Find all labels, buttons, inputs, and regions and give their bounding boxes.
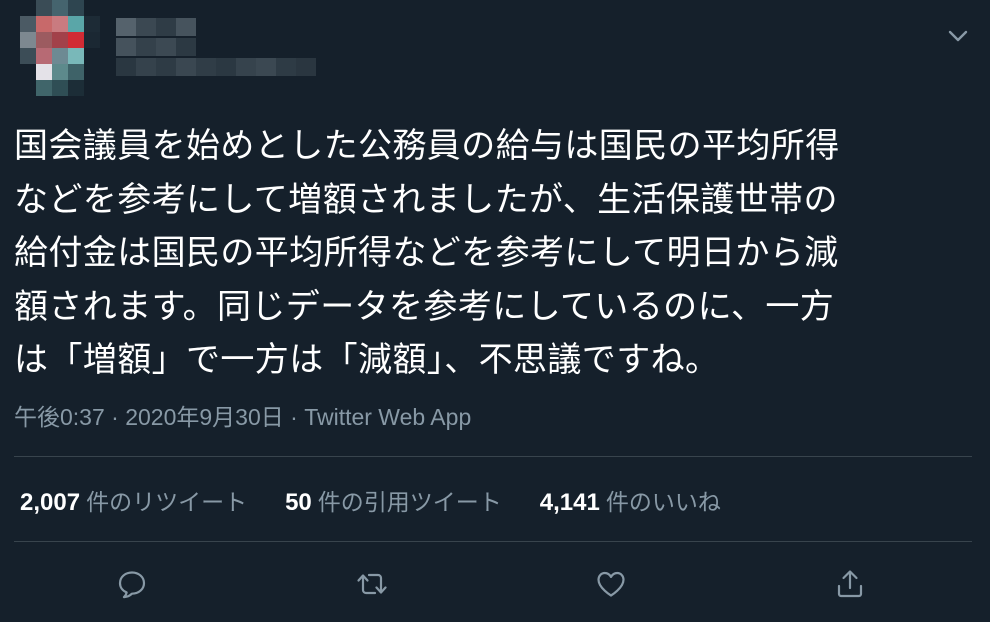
tweet-text-line: 給付金は国民の平均所得などを参考にして明日から減 (14, 233, 839, 273)
retweet-button[interactable] (352, 564, 392, 604)
tweet-text-line: は「増額」で一方は「減額」、不思議ですね。 (14, 340, 720, 380)
share-button[interactable] (830, 564, 870, 604)
author-name-redacted[interactable] (116, 18, 316, 90)
retweets-label: 件のリツイート (86, 490, 248, 516)
divider (14, 456, 972, 457)
tweet-text-line: 国会議員を始めとした公務員の給与は国民の平均所得 (14, 126, 840, 166)
like-button[interactable] (591, 564, 631, 604)
tweet-text: 国会議員を始めとした公務員の給与は国民の平均所得 などを参考にして増額されましたが… (14, 120, 964, 388)
tweet: 国会議員を始めとした公務員の給与は国民の平均所得 などを参考にして増額されましたが… (0, 0, 990, 622)
more-options-button[interactable] (944, 22, 972, 50)
quotes-label: 件の引用ツイート (317, 490, 502, 516)
likes-label: 件のいいね (605, 490, 721, 516)
source-link[interactable]: Twitter Web App (304, 404, 471, 430)
share-icon (837, 570, 863, 598)
likes-stat[interactable]: 4,141 件のいいね (540, 483, 721, 517)
retweet-icon (357, 573, 387, 595)
avatar[interactable] (20, 0, 100, 96)
reply-button[interactable] (112, 564, 152, 604)
timestamp[interactable]: 午後0:37 · 2020年9月30日 · (14, 404, 304, 430)
tweet-text-line: などを参考にして増額されましたが、生活保護世帯の (14, 179, 838, 220)
tweet-text-line: 額されます。同じデータを参考にしているのに、一方 (14, 286, 835, 327)
retweets-stat[interactable]: 2,007 件のリツイート (20, 483, 247, 517)
action-bar (0, 560, 990, 610)
chevron-down-icon (948, 30, 968, 42)
reply-icon (118, 571, 146, 599)
likes-count: 4,141 (539, 489, 600, 516)
retweets-count: 2,007 (20, 489, 81, 516)
quotes-stat[interactable]: 50 件の引用ツイート (285, 483, 502, 517)
divider (14, 541, 972, 542)
tweet-meta: 午後0:37 · 2020年9月30日 · Twitter Web App (14, 398, 471, 432)
heart-icon (597, 571, 625, 597)
quotes-count: 50 (285, 489, 312, 516)
engagement-stats: 2,007 件のリツイート 50 件の引用ツイート 4,141 件のいいね (20, 482, 759, 518)
